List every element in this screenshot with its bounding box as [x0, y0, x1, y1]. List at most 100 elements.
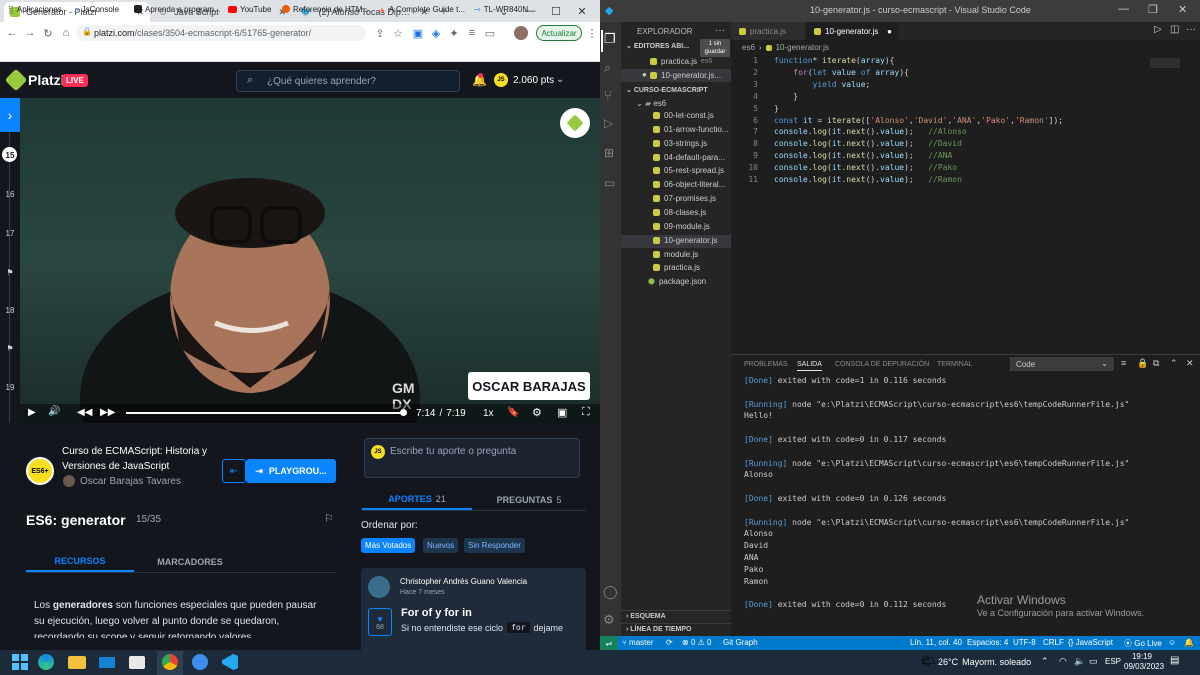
store-icon[interactable]	[129, 656, 145, 669]
user-avatar[interactable]: JS	[494, 73, 508, 87]
maximize-panel-icon[interactable]: ⌃	[1170, 358, 1178, 369]
code-line[interactable]: console.log(it.next().value); //Alonso	[774, 127, 967, 136]
remote-icon[interactable]: ⇌	[600, 636, 618, 650]
code-line[interactable]: console.log(it.next().value); //David	[774, 139, 962, 148]
tab-bookmarks[interactable]: MARCADORES	[136, 552, 244, 572]
file-item[interactable]: 07-promises.js	[653, 194, 716, 203]
rail-item-15[interactable]: 15	[2, 151, 18, 160]
editor-tab-generator[interactable]: 10-generator.js ●	[806, 22, 898, 40]
puzzle-icon[interactable]: ✦	[446, 25, 462, 41]
notifications-bell-icon[interactable]: 🔔	[1184, 638, 1194, 647]
wifi-icon[interactable]: ◠	[1059, 656, 1067, 667]
line-endings[interactable]: CRLF	[1043, 638, 1064, 647]
run-code-icon[interactable]: ▷	[1154, 24, 1162, 35]
rail-item-18[interactable]: 18	[2, 306, 18, 315]
profile-avatar[interactable]	[514, 26, 528, 40]
sync-icon[interactable]: ⟳	[666, 638, 673, 647]
edge-browser-icon[interactable]	[38, 654, 54, 670]
close-window-icon[interactable]: ✕	[570, 0, 594, 22]
code-line[interactable]: }	[774, 92, 798, 101]
bookmark-guide[interactable]: ▲ A Complete Guide t...	[378, 3, 465, 15]
volume-icon[interactable]: 🔈	[1074, 656, 1085, 667]
fast-forward-icon[interactable]: ▶▶	[100, 407, 115, 418]
teacher-name[interactable]: Oscar Barajas Tavares	[80, 476, 181, 487]
source-control-icon[interactable]: ⑂	[604, 88, 612, 103]
code-line[interactable]: }	[774, 104, 779, 113]
bookmark-jsconsole[interactable]: › JsConsole	[76, 3, 119, 15]
file-item[interactable]: 04-default-para...	[653, 153, 725, 162]
bookmark-router[interactable]: ⊸ TL-WR840N	[474, 3, 528, 15]
dirty-dot-icon[interactable]: ●	[887, 27, 892, 36]
address-bar[interactable]: 🔒 platzi.com/clases/3504-ecmascript-6/51…	[76, 25, 366, 41]
weather-sun-icon[interactable]: 🌤	[920, 654, 935, 668]
remote-explorer-icon[interactable]: ▭	[604, 176, 615, 190]
chevron-down-icon[interactable]: ⌄	[556, 74, 564, 85]
like-button[interactable]: ♥ 68	[368, 608, 392, 636]
manage-gear-icon[interactable]: ⚙	[603, 612, 615, 628]
open-editor-item[interactable]: 10-generator.js...	[650, 71, 721, 80]
playground-button[interactable]: ⇥ PLAYGROU...	[246, 459, 336, 483]
panel-tab-terminal[interactable]: TERMINAL	[937, 361, 972, 368]
open-editors-header[interactable]: ⌄ EDITORES ABI...	[626, 42, 689, 50]
back-icon[interactable]: ←	[4, 25, 20, 41]
rail-flag-icon[interactable]: ⚑	[2, 344, 18, 353]
live-badge[interactable]: LIVE	[62, 74, 88, 87]
encoding[interactable]: UTF-8	[1013, 638, 1036, 647]
minimize-icon[interactable]: —	[1118, 3, 1129, 15]
home-icon[interactable]: ⌂	[58, 25, 74, 41]
search-icon[interactable]: ⌕	[604, 60, 611, 76]
expand-rail-button[interactable]: ›	[0, 98, 20, 132]
reading-list-icon[interactable]: ≡	[464, 25, 480, 41]
speed-button[interactable]: 1x	[483, 408, 494, 419]
notification-center-icon[interactable]: ▤	[1170, 655, 1179, 666]
code-line[interactable]: for(let value of array){	[774, 68, 909, 77]
dirty-dot-icon[interactable]: ●	[642, 70, 647, 79]
language-indicator[interactable]: ESP	[1105, 657, 1121, 666]
code-line[interactable]: yield value;	[774, 80, 871, 89]
file-item[interactable]: 08-clases.js	[653, 208, 706, 217]
file-item[interactable]: 09-module.js	[653, 222, 710, 231]
tab-resources[interactable]: RECURSOS	[26, 552, 134, 572]
file-item[interactable]: 06-object-literal...	[653, 180, 725, 189]
indentation[interactable]: Espacios: 4	[967, 638, 1008, 647]
side-panel-icon[interactable]: ▭	[482, 25, 498, 41]
branch-indicator[interactable]: ⑂ master	[622, 638, 653, 647]
panel-tab-problems[interactable]: PROBLEMAS	[744, 361, 788, 368]
extensions-icon[interactable]: ⊞	[604, 146, 614, 160]
clock[interactable]: 19:19 09/03/2023	[1124, 652, 1164, 672]
bookmark-html[interactable]: Referencia de HTM...	[282, 3, 369, 15]
rail-item-17[interactable]: 17	[2, 229, 18, 238]
tab-contributions[interactable]: APORTES 21	[362, 490, 472, 510]
bookmark-youtube[interactable]: YouTube	[228, 3, 271, 15]
filter-new[interactable]: Nuevos	[423, 538, 459, 553]
bookmark-aprenda[interactable]: Aprenda a program...	[134, 3, 221, 15]
code-line[interactable]: console.log(it.next().value); //Pako	[774, 163, 957, 172]
rail-item-19[interactable]: 19	[2, 383, 18, 392]
panel-tab-output[interactable]: SALIDA	[797, 361, 822, 371]
panel-tab-debug-console[interactable]: CONSOLA DE DEPURACIÓN	[835, 361, 929, 368]
git-graph-button[interactable]: Git Graph	[723, 638, 758, 647]
outline-header[interactable]: › ESQUEMA	[626, 613, 666, 620]
mail-icon[interactable]	[99, 657, 115, 668]
bookmark-apps[interactable]: ⣿ Aplicaciones	[8, 3, 62, 15]
rail-flag-icon[interactable]: ⚑	[2, 268, 18, 277]
volume-icon[interactable]: 🔊	[48, 406, 60, 417]
bookmark-icon[interactable]: 🔖	[507, 407, 519, 418]
code-line[interactable]: function* iterate(array){	[774, 56, 894, 65]
timeline-header[interactable]: › LÍNEA DE TIEMPO	[626, 626, 691, 633]
close-window-icon[interactable]: ✕	[1178, 3, 1187, 16]
code-line[interactable]: const it = iterate(['Alonso','David','AN…	[774, 116, 1063, 125]
extension-icon[interactable]: ▣	[410, 25, 426, 41]
run-debug-icon[interactable]: ▷	[604, 116, 613, 130]
accounts-icon[interactable]: ◯	[603, 584, 618, 600]
course-title[interactable]: Curso de ECMAScript: Historia y Versione…	[62, 444, 212, 474]
feedback-icon[interactable]: ☺	[1168, 638, 1176, 647]
file-item[interactable]: 00-let-const.js	[653, 111, 714, 120]
rail-item-16[interactable]: 16	[2, 190, 18, 199]
update-button[interactable]: Actualizar	[536, 25, 582, 41]
maximize-icon[interactable]: ☐	[544, 0, 568, 22]
tab-questions[interactable]: PREGUNTAS 5	[474, 490, 584, 510]
explorer-files-icon[interactable]: ❐	[604, 31, 616, 47]
file-item[interactable]: 10-generator.js	[653, 236, 717, 245]
windows-start-icon[interactable]	[12, 654, 28, 670]
